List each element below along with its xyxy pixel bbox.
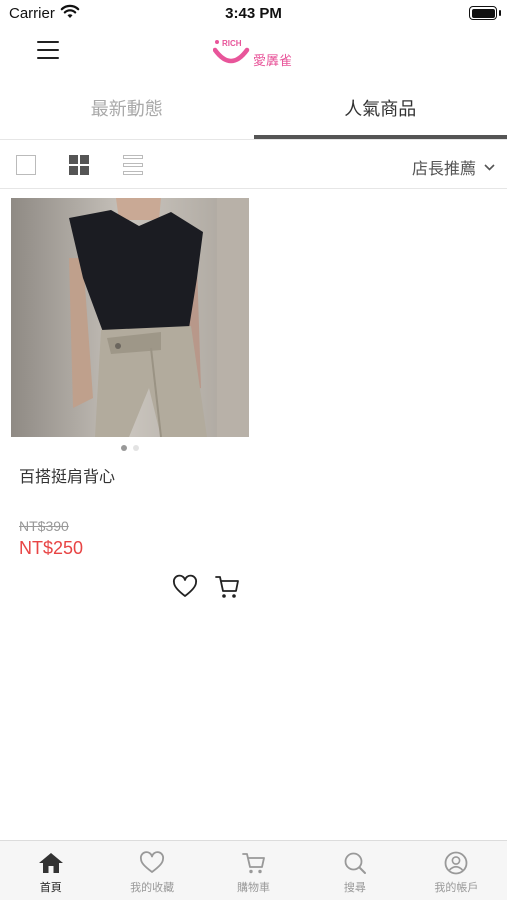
grid-view-icon[interactable] [69, 155, 89, 175]
sale-price: NT$250 [19, 538, 84, 558]
add-to-cart-icon[interactable] [214, 574, 240, 600]
bottom-tab-bar: 首頁 我的收藏 購物車 搜尋 我的帳戶 [0, 840, 507, 900]
content-tabs: 最新動態 人氣商品 [0, 84, 507, 140]
product-card [11, 198, 249, 451]
original-price: NT$390 [19, 518, 69, 534]
account-icon [444, 851, 468, 875]
sort-label: 店長推薦 [411, 161, 476, 178]
battery-icon [469, 6, 497, 20]
pager-dot[interactable] [133, 445, 139, 451]
home-icon [38, 853, 63, 873]
bottom-tab-label: 我的收藏 [130, 882, 175, 894]
product-name[interactable]: 百搭挺肩背心 [19, 463, 115, 487]
logo-badge: RICH [222, 39, 242, 48]
bottom-tab-label: 購物車 [237, 882, 271, 894]
status-time: 3:43 PM [225, 5, 282, 22]
bottom-tab-account[interactable]: 我的帳戶 [406, 841, 507, 900]
cart-icon [241, 853, 265, 874]
bottom-tab-home[interactable]: 首頁 [0, 841, 101, 900]
image-pager [11, 437, 249, 451]
bottom-tab-label: 我的帳戶 [434, 882, 479, 894]
pager-dot-active[interactable] [121, 445, 127, 451]
view-toolbar: 店長推薦 [0, 141, 507, 189]
bottom-tab-favorites[interactable]: 我的收藏 [101, 841, 202, 900]
bottom-tab-search[interactable]: 搜尋 [304, 841, 405, 900]
search-icon [344, 852, 366, 874]
bottom-tab-label: 搜尋 [343, 882, 366, 894]
single-view-icon[interactable] [16, 155, 36, 175]
product-image[interactable] [11, 198, 249, 437]
sort-dropdown[interactable]: 店長推薦 [412, 155, 495, 179]
chevron-down-icon [484, 163, 495, 171]
hamburger-menu-icon[interactable] [37, 41, 59, 61]
brand-logo[interactable]: RICH 愛羼雀 [212, 38, 292, 68]
list-view-icon[interactable] [123, 155, 143, 175]
tab-popular-products[interactable]: 人氣商品 [253, 84, 507, 139]
bottom-tab-label: 首頁 [39, 882, 62, 894]
heart-icon [140, 851, 165, 873]
bottom-tab-cart[interactable]: 購物車 [203, 841, 304, 900]
status-bar: Carrier 3:43 PM [0, 0, 507, 28]
add-to-favorites-heart-icon[interactable] [172, 574, 198, 600]
battery-cap [499, 10, 501, 16]
tab-latest-news[interactable]: 最新動態 [0, 84, 254, 139]
top-nav: RICH 愛羼雀 [0, 28, 507, 78]
logo-text: 愛羼雀 [253, 53, 293, 68]
